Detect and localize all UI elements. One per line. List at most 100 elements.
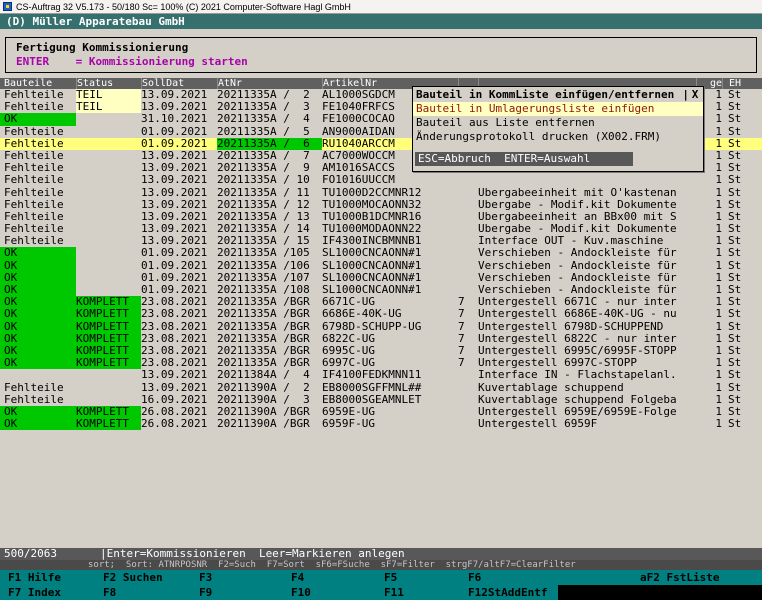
table-row[interactable]: OK KOMPLETT 26.08.2021 20211390A /BGR 69… bbox=[0, 406, 762, 418]
cell-atnr: 20211335A /106 bbox=[217, 260, 322, 272]
cell-bauteile: Fehlteile bbox=[0, 199, 76, 211]
cell-atnr: 20211335A / 2 bbox=[217, 89, 322, 101]
cell-artikelnr: SL1000CNCAONN#1 bbox=[322, 284, 458, 296]
fkey-f8[interactable]: F8 bbox=[103, 586, 116, 600]
table-row[interactable]: OK KOMPLETT 23.08.2021 20211335A /BGR 68… bbox=[0, 333, 762, 345]
fkey-f9[interactable]: F9 bbox=[199, 586, 212, 600]
table-row[interactable]: Fehlteile 13.09.2021 20211335A / 14 TU10… bbox=[0, 223, 762, 235]
cell-num bbox=[458, 418, 478, 430]
cell-num: 7 bbox=[458, 357, 478, 369]
window-titlebar: CS-Auftrag 32 V5.173 - 50/180 Sc= 100% (… bbox=[0, 0, 762, 14]
cell-status bbox=[76, 223, 141, 235]
cell-status: KOMPLETT bbox=[76, 308, 141, 320]
popup-menu-item[interactable]: Änderungsprotokoll drucken (X002.FRM) bbox=[413, 130, 703, 144]
cell-eh: St bbox=[722, 211, 756, 223]
table-row[interactable]: OK KOMPLETT 23.08.2021 20211335A /BGR 69… bbox=[0, 345, 762, 357]
cell-menge: 1 bbox=[696, 321, 722, 333]
cell-bauteile: Fehlteile bbox=[0, 162, 76, 174]
cell-artikelnr: 6995C-UG bbox=[322, 345, 458, 357]
popup-titlebar: Bauteil in KommListe einfügen/entfernen … bbox=[413, 87, 703, 102]
cell-num bbox=[458, 247, 478, 259]
cell-bauteile: Fehlteile bbox=[0, 174, 76, 186]
cell-status bbox=[76, 369, 141, 381]
table-row[interactable]: OK KOMPLETT 26.08.2021 20211390A /BGR 69… bbox=[0, 418, 762, 430]
table-row[interactable]: Fehlteile 13.09.2021 20211335A / 15 IF43… bbox=[0, 235, 762, 247]
cell-eh: St bbox=[722, 113, 756, 125]
cell-solldat: 01.09.2021 bbox=[141, 138, 217, 150]
cell-atnr: 20211335A /BGR bbox=[217, 321, 322, 333]
cell-artikelnr: SL1000CNCAONN#1 bbox=[322, 247, 458, 259]
cell-beschreibung: Untergestell 6997C-STOPP bbox=[478, 357, 696, 369]
cell-solldat: 23.08.2021 bbox=[141, 345, 217, 357]
cell-bauteile: OK bbox=[0, 272, 76, 284]
cell-bauteile: OK bbox=[0, 308, 76, 320]
table-row[interactable]: OK 01.09.2021 20211335A /106 SL1000CNCAO… bbox=[0, 260, 762, 272]
cell-bauteile: OK bbox=[0, 357, 76, 369]
fkey-f10[interactable]: F10 bbox=[291, 586, 311, 600]
table-row[interactable]: OK 01.09.2021 20211335A /105 SL1000CNCAO… bbox=[0, 247, 762, 259]
table-row[interactable]: OK KOMPLETT 23.08.2021 20211335A /BGR 69… bbox=[0, 357, 762, 369]
cell-menge: 1 bbox=[696, 406, 722, 418]
cell-solldat: 13.09.2021 bbox=[141, 382, 217, 394]
cell-eh: St bbox=[722, 406, 756, 418]
cell-atnr: 20211335A / 10 bbox=[217, 174, 322, 186]
fkey-f12staddentf[interactable]: F12StAddEntf bbox=[468, 586, 547, 600]
table-row[interactable]: Fehlteile 13.09.2021 20211335A / 11 TU10… bbox=[0, 187, 762, 199]
cell-beschreibung: Interface OUT - Kuv.maschine bbox=[478, 235, 696, 247]
cell-beschreibung: Interface IN - Flachstapelanl. bbox=[478, 369, 696, 381]
cell-bauteile: Fehlteile bbox=[0, 150, 76, 162]
cell-eh: St bbox=[722, 89, 756, 101]
popup-menu-item[interactable]: Bauteil aus Liste entfernen bbox=[413, 116, 703, 130]
cell-solldat: 13.09.2021 bbox=[141, 89, 217, 101]
cell-atnr: 20211335A / 4 bbox=[217, 113, 322, 125]
table-row[interactable]: Fehlteile 13.09.2021 20211335A / 13 TU10… bbox=[0, 211, 762, 223]
cell-atnr: 20211335A / 5 bbox=[217, 126, 322, 138]
cell-solldat: 31.10.2021 bbox=[141, 113, 217, 125]
cell-atnr: 20211335A /BGR bbox=[217, 345, 322, 357]
fkey-f5[interactable]: F5 bbox=[384, 571, 397, 585]
fkey-f4[interactable]: F4 bbox=[291, 571, 304, 585]
cell-solldat: 13.09.2021 bbox=[141, 235, 217, 247]
table-row[interactable]: OK 01.09.2021 20211335A /108 SL1000CNCAO… bbox=[0, 284, 762, 296]
table-row[interactable]: OK 01.09.2021 20211335A /107 SL1000CNCAO… bbox=[0, 272, 762, 284]
table-row[interactable]: Fehlteile 13.09.2021 20211335A / 12 TU10… bbox=[0, 199, 762, 211]
popup-menu-item[interactable]: Bauteil in Umlagerungsliste einfügen bbox=[413, 102, 703, 116]
close-icon[interactable]: X bbox=[690, 87, 700, 102]
cell-eh: St bbox=[722, 260, 756, 272]
fkey-af2[interactable]: aF2 FstListe bbox=[640, 571, 719, 585]
cell-solldat: 13.09.2021 bbox=[141, 199, 217, 211]
cell-solldat: 23.08.2021 bbox=[141, 333, 217, 345]
cell-solldat: 23.08.2021 bbox=[141, 296, 217, 308]
table-row[interactable]: OK KOMPLETT 23.08.2021 20211335A /BGR 67… bbox=[0, 321, 762, 333]
fkey-f1[interactable]: F1 Hilfe bbox=[8, 571, 61, 585]
table-row[interactable]: Fehlteile 16.09.2021 20211390A / 3 EB800… bbox=[0, 394, 762, 406]
fkey-f11[interactable]: F11 bbox=[384, 586, 404, 600]
fkey-f2[interactable]: F2 Suchen bbox=[103, 571, 163, 585]
table-row[interactable]: Fehlteile 13.09.2021 20211390A / 2 EB800… bbox=[0, 382, 762, 394]
cell-solldat: 13.09.2021 bbox=[141, 101, 217, 113]
cell-artikelnr: TU1000MOCAONN32 bbox=[322, 199, 458, 211]
cell-status bbox=[76, 394, 141, 406]
cell-eh: St bbox=[722, 394, 756, 406]
cell-status bbox=[76, 284, 141, 296]
cell-menge: 1 bbox=[696, 418, 722, 430]
table-row[interactable]: OK KOMPLETT 23.08.2021 20211335A /BGR 66… bbox=[0, 296, 762, 308]
cell-num bbox=[458, 235, 478, 247]
cell-menge: 1 bbox=[696, 272, 722, 284]
app-icon-detail bbox=[6, 5, 9, 8]
table-row[interactable]: OK KOMPLETT 23.08.2021 20211335A /BGR 66… bbox=[0, 308, 762, 320]
cell-menge: 1 bbox=[696, 199, 722, 211]
header-atnr: AtNr bbox=[217, 78, 322, 89]
table-row[interactable]: Fehlteile 13.09.2021 20211335A / 10 FO10… bbox=[0, 174, 762, 186]
cell-atnr: 20211335A /BGR bbox=[217, 357, 322, 369]
cell-eh: St bbox=[722, 101, 756, 113]
cell-atnr: 20211335A / 13 bbox=[217, 211, 322, 223]
fkey-f3[interactable]: F3 bbox=[199, 571, 212, 585]
fkey-f7[interactable]: F7 Index bbox=[8, 586, 61, 600]
fkey-f6[interactable]: F6 bbox=[468, 571, 481, 585]
cell-num bbox=[458, 199, 478, 211]
cell-artikelnr: TU1000B1DCMNR16 bbox=[322, 211, 458, 223]
table-row[interactable]: 13.09.2021 20211384A / 4 IF4100FEDKMNN11… bbox=[0, 369, 762, 381]
popup-bauteil-kommliste: Bauteil in KommListe einfügen/entfernen … bbox=[412, 86, 704, 172]
cell-solldat: 01.09.2021 bbox=[141, 260, 217, 272]
